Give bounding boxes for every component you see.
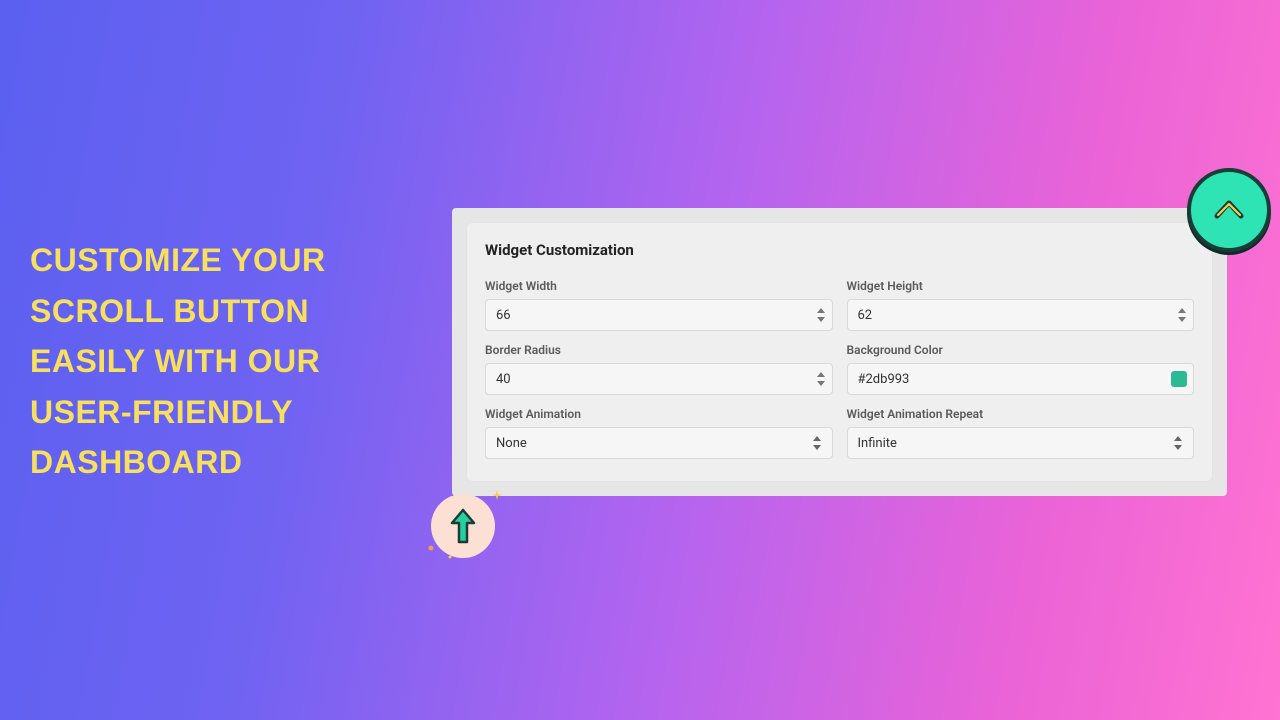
arrow-up-icon: [448, 506, 478, 546]
select-widget-animation-repeat[interactable]: Infinite: [847, 427, 1195, 459]
label-widget-height: Widget Height: [847, 279, 1195, 293]
label-widget-animation-repeat: Widget Animation Repeat: [847, 407, 1195, 421]
chevron-updown-icon: [812, 435, 822, 451]
row-animation: Widget Animation None Widget Animation R…: [485, 407, 1194, 459]
stepper-icon[interactable]: [816, 371, 826, 387]
dashboard-panel: Widget Customization Widget Width 66 Wid…: [452, 208, 1227, 496]
label-background-color: Background Color: [847, 343, 1195, 357]
headline: Customize your scroll button easily with…: [30, 235, 430, 488]
field-widget-height: Widget Height 62: [847, 279, 1195, 331]
chevron-up-icon: [1209, 190, 1249, 230]
stepper-icon[interactable]: [816, 307, 826, 323]
input-border-radius[interactable]: 40: [485, 363, 833, 395]
sparkle-icon: [492, 490, 502, 500]
input-background-color[interactable]: #2db993: [847, 363, 1195, 395]
field-border-radius: Border Radius 40: [485, 343, 833, 395]
chevron-updown-icon: [1173, 435, 1183, 451]
label-border-radius: Border Radius: [485, 343, 833, 357]
value-widget-animation: None: [496, 436, 527, 451]
field-widget-animation: Widget Animation None: [485, 407, 833, 459]
value-background-color: #2db993: [858, 372, 910, 387]
panel-title: Widget Customization: [485, 241, 1194, 259]
widget-customization-card: Widget Customization Widget Width 66 Wid…: [466, 222, 1213, 482]
value-border-radius: 40: [496, 372, 511, 387]
label-widget-animation: Widget Animation: [485, 407, 833, 421]
field-background-color: Background Color #2db993: [847, 343, 1195, 395]
select-widget-animation[interactable]: None: [485, 427, 833, 459]
field-widget-width: Widget Width 66: [485, 279, 833, 331]
scroll-button-sample: [431, 494, 495, 558]
scroll-to-top-button-preview[interactable]: [1187, 168, 1271, 252]
sparkle-icon: [427, 544, 435, 552]
color-swatch[interactable]: [1171, 371, 1187, 387]
input-widget-height[interactable]: 62: [847, 299, 1195, 331]
input-widget-width[interactable]: 66: [485, 299, 833, 331]
promo-stage: Customize your scroll button easily with…: [0, 0, 1280, 720]
sparkle-icon: [447, 554, 453, 560]
value-widget-width: 66: [496, 308, 511, 323]
label-widget-width: Widget Width: [485, 279, 833, 293]
value-widget-animation-repeat: Infinite: [858, 436, 897, 451]
value-widget-height: 62: [858, 308, 873, 323]
row-size: Widget Width 66 Widget Height 62: [485, 279, 1194, 331]
stepper-icon[interactable]: [1177, 307, 1187, 323]
row-style: Border Radius 40 Background Color #2db99…: [485, 343, 1194, 395]
field-widget-animation-repeat: Widget Animation Repeat Infinite: [847, 407, 1195, 459]
